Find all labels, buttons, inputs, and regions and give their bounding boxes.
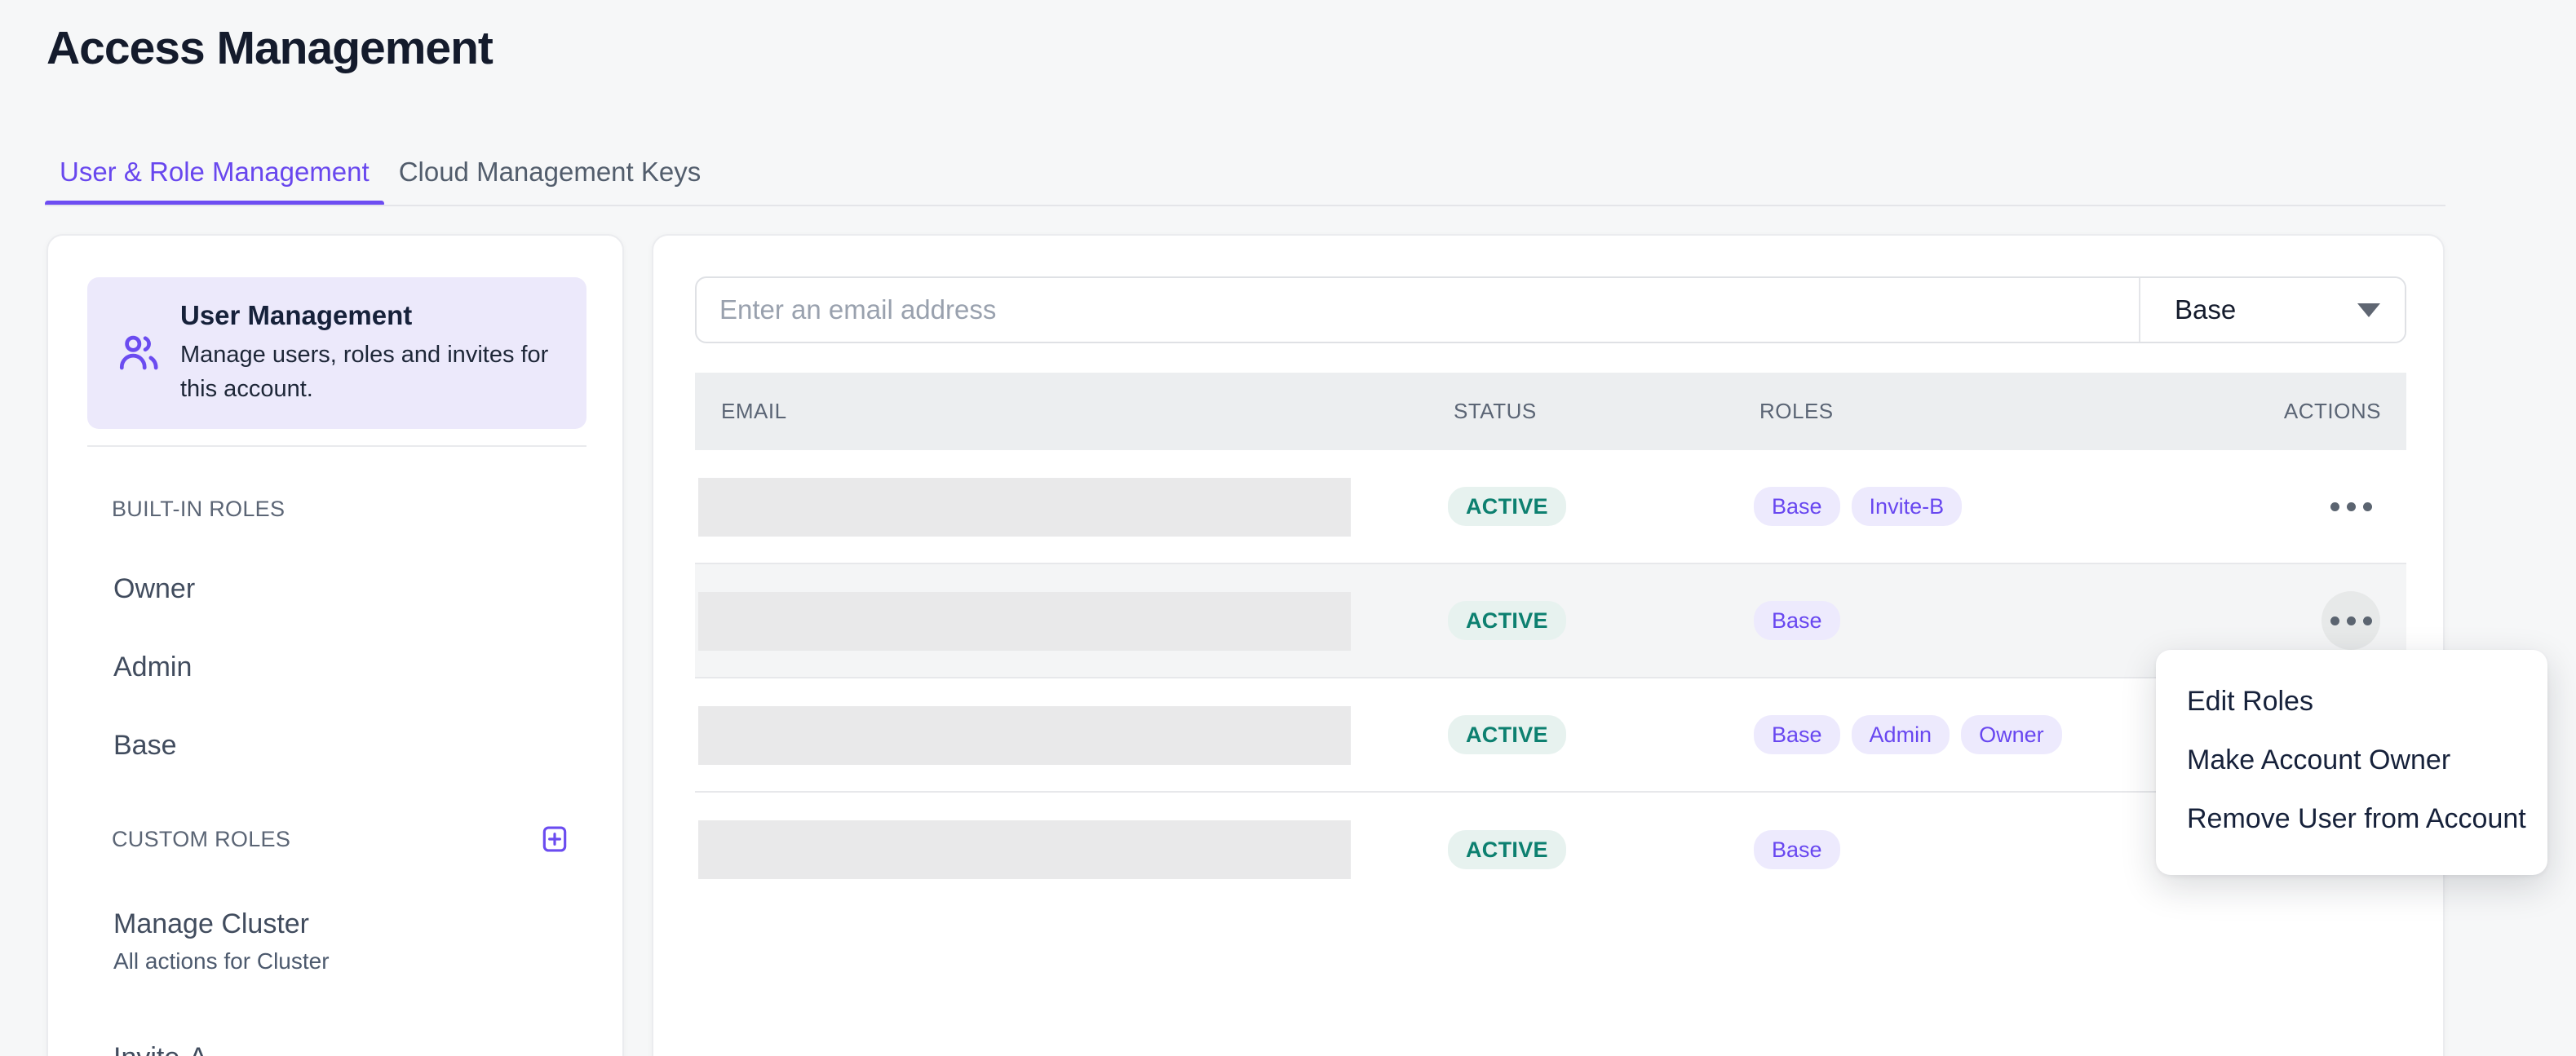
menu-item-make-account-owner[interactable]: Make Account Owner	[2156, 731, 2547, 789]
role-item-name: Owner	[113, 573, 622, 605]
role-item-name: Base	[113, 730, 622, 762]
ellipsis-dot	[2363, 502, 2372, 511]
tab-user-role-management[interactable]: User & Role Management	[45, 138, 384, 206]
info-panel-text: User Management Manage users, roles and …	[180, 300, 565, 406]
role-badge-admin: Admin	[1852, 715, 1950, 754]
ellipsis-dot	[2347, 616, 2356, 625]
sidebar-item-owner[interactable]: Owner	[48, 550, 622, 628]
row-actions-context-menu: Edit RolesMake Account OwnerRemove User …	[2156, 650, 2547, 875]
roles-cell: Base	[1754, 830, 1840, 869]
custom-roles-label: CUSTOM ROLES	[112, 827, 290, 852]
info-panel-title: User Management	[180, 300, 565, 331]
sidebar-divider	[87, 445, 586, 447]
invite-role-select[interactable]: Base	[2139, 278, 2405, 342]
users-icon	[117, 331, 161, 375]
custom-roles-list: Manage ClusterAll actions for Cluster Inv…	[48, 893, 622, 1056]
role-badge-invite-b: Invite-B	[1852, 487, 1963, 526]
role-item-name: Invite-A	[113, 1038, 622, 1056]
tabbar: User & Role ManagementCloud Management K…	[45, 138, 715, 206]
ellipsis-dot	[2330, 502, 2339, 511]
actions-cell	[2321, 591, 2380, 650]
built-in-roles-list: Owner Admin Base	[48, 550, 622, 784]
plus-square-icon	[539, 824, 570, 855]
role-badge-owner: Owner	[1961, 715, 2062, 754]
roles-sidebar-card: User Management Manage users, roles and …	[46, 234, 624, 1056]
status-badge: ACTIVE	[1448, 601, 1566, 640]
tabbar-divider	[46, 205, 2445, 206]
role-item-name: Admin	[113, 652, 622, 683]
roles-cell: Base Invite-B	[1754, 487, 1962, 526]
users-table-header: EMAIL STATUS ROLES ACTIONS	[695, 373, 2406, 450]
menu-item-remove-user-from-account[interactable]: Remove User from Account	[2156, 789, 2547, 848]
status-badge: ACTIVE	[1448, 487, 1566, 526]
column-header-roles: ROLES	[1759, 373, 1834, 450]
role-badge-base: Base	[1754, 487, 1840, 526]
invite-user-bar: Base	[695, 276, 2406, 343]
page-title: Access Management	[46, 21, 493, 75]
role-item-name: Manage Cluster	[113, 904, 622, 943]
ellipsis-dot	[2347, 502, 2356, 511]
roles-cell: Base	[1754, 601, 1840, 640]
sidebar-item-base[interactable]: Base	[48, 706, 622, 784]
email-redacted-placeholder	[698, 706, 1351, 765]
email-redacted-placeholder	[698, 592, 1351, 651]
sidebar-item-admin[interactable]: Admin	[48, 628, 622, 706]
role-item-description: All actions for Cluster	[113, 945, 622, 978]
table-row: ACTIVE Base	[695, 564, 2406, 678]
status-badge: ACTIVE	[1448, 830, 1566, 869]
table-row: ACTIVE Base Admin Owner	[695, 678, 2406, 793]
email-redacted-placeholder	[698, 820, 1351, 879]
user-table-card: Base EMAIL STATUS ROLES ACTIONS ACTIVE Base I…	[652, 234, 2445, 1056]
email-input[interactable]	[697, 278, 2139, 342]
sidebar-item-invite-a[interactable]: Invite-A	[48, 1027, 622, 1056]
row-actions-button[interactable]	[2321, 591, 2380, 650]
role-badge-base: Base	[1754, 830, 1840, 869]
column-header-status: STATUS	[1454, 373, 1537, 450]
status-badge: ACTIVE	[1448, 715, 1566, 754]
column-header-actions: ACTIONS	[2284, 373, 2381, 450]
users-table: EMAIL STATUS ROLES ACTIONS ACTIVE Base Invite…	[695, 373, 2406, 907]
role-badge-base: Base	[1754, 601, 1840, 640]
role-badge-base: Base	[1754, 715, 1840, 754]
table-row: ACTIVE Base Invite-B	[695, 450, 2406, 564]
users-table-body: ACTIVE Base Invite-B ACTIVE Base ACTIVE Base Ad…	[695, 450, 2406, 907]
ellipsis-dot	[2330, 616, 2339, 625]
actions-cell	[2321, 477, 2380, 536]
sidebar-item-manage-cluster[interactable]: Manage ClusterAll actions for Cluster	[48, 893, 622, 978]
info-panel-description: Manage users, roles and invites for this…	[180, 338, 565, 406]
ellipsis-dot	[2363, 616, 2372, 625]
email-redacted-placeholder	[698, 478, 1351, 537]
tab-cloud-management-keys[interactable]: Cloud Management Keys	[384, 138, 716, 206]
add-custom-role-button[interactable]	[539, 824, 570, 855]
access-management-page: Access Management User & Role Management…	[0, 0, 2576, 1056]
user-management-info-panel: User Management Manage users, roles and …	[87, 277, 586, 429]
menu-item-edit-roles[interactable]: Edit Roles	[2156, 672, 2547, 731]
column-header-email: EMAIL	[721, 373, 787, 450]
custom-roles-header: CUSTOM ROLES	[48, 818, 622, 860]
roles-cell: Base Admin Owner	[1754, 715, 2062, 754]
invite-role-select-value: Base	[2175, 294, 2236, 325]
built-in-roles-label: BUILT-IN ROLES	[112, 495, 285, 523]
table-row: ACTIVE Base	[695, 793, 2406, 907]
chevron-down-icon	[2357, 303, 2380, 317]
row-actions-button[interactable]	[2321, 477, 2380, 536]
